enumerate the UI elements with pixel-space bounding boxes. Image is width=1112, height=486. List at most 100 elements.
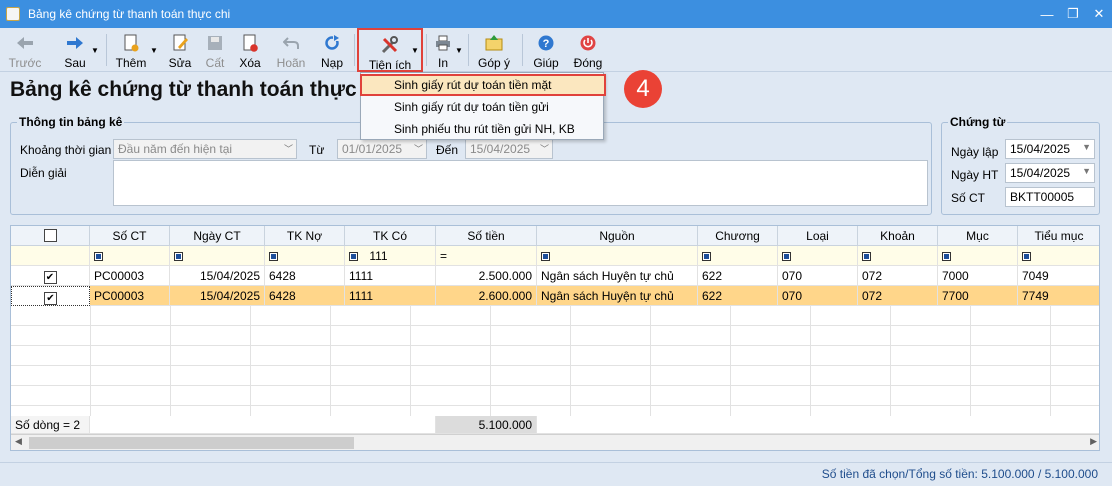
- column-header[interactable]: TK Nợ: [265, 226, 345, 246]
- cell-debit[interactable]: 6428: [265, 286, 345, 306]
- menu-item-receipt-voucher[interactable]: Sinh phiếu thu rút tiền gửi NH, KB: [361, 119, 605, 139]
- description-field[interactable]: [113, 160, 928, 206]
- cell-subsection[interactable]: 7049: [1018, 266, 1099, 286]
- cell-voucher-no[interactable]: PC00003: [90, 286, 170, 306]
- cell-type[interactable]: 070: [778, 266, 858, 286]
- close-button[interactable]: Đóng: [570, 28, 606, 72]
- filter-icon[interactable]: [942, 252, 951, 261]
- column-header[interactable]: Nguồn: [537, 226, 698, 246]
- print-button[interactable]: In: [432, 28, 454, 72]
- edit-button[interactable]: Sửa: [166, 28, 194, 72]
- scroll-left-icon[interactable]: ◀: [15, 436, 22, 447]
- delete-button[interactable]: Xóa: [236, 28, 264, 72]
- cell-date[interactable]: 15/04/2025: [170, 286, 265, 306]
- app-icon: [6, 7, 20, 21]
- table-row[interactable]: ✔ PC00003 15/04/2025 6428 1111 2.500.000…: [11, 266, 1099, 286]
- select-all-checkbox[interactable]: [43, 229, 57, 242]
- create-date-field[interactable]: 15/04/2025 ▼: [1005, 139, 1095, 159]
- from-date-field[interactable]: 01/01/2025 ﹀: [337, 139, 427, 159]
- cell-amount[interactable]: 2.600.000: [436, 286, 537, 306]
- scroll-right-icon[interactable]: ▶: [1090, 436, 1097, 447]
- filter-cell[interactable]: [537, 246, 698, 266]
- filter-icon[interactable]: [862, 252, 871, 261]
- cell-source[interactable]: Ngân sách Huyện tự chủ: [537, 266, 698, 286]
- filter-icon[interactable]: [1022, 252, 1031, 261]
- help-button[interactable]: ? Giúp: [530, 28, 562, 72]
- cell-credit[interactable]: 1111: [345, 286, 436, 306]
- filter-icon[interactable]: [782, 252, 791, 261]
- column-header[interactable]: Số tiền: [436, 226, 537, 246]
- horizontal-scrollbar[interactable]: ◀ ▶: [11, 434, 1099, 450]
- cell-chapter[interactable]: 622: [698, 286, 778, 306]
- column-header[interactable]: Ngày CT: [170, 226, 265, 246]
- column-header[interactable]: Số CT: [90, 226, 170, 246]
- cell-voucher-no[interactable]: PC00003: [90, 266, 170, 286]
- cell-section[interactable]: 7000: [938, 266, 1018, 286]
- add-dropdown-arrow[interactable]: ▼: [150, 28, 158, 72]
- cell-credit[interactable]: 1111: [345, 266, 436, 286]
- filter-cell[interactable]: [778, 246, 858, 266]
- filter-icon[interactable]: [94, 252, 103, 261]
- table-row-selected[interactable]: ✔ PC00003 15/04/2025 6428 1111 2.600.000…: [11, 286, 1099, 306]
- column-header[interactable]: Loại: [778, 226, 858, 246]
- column-header[interactable]: Mục: [938, 226, 1018, 246]
- filter-icon[interactable]: [174, 252, 183, 261]
- menu-item-cash-withdrawal[interactable]: Sinh giấy rút dự toán tiền mặt: [360, 74, 606, 96]
- filter-icon[interactable]: [349, 252, 358, 261]
- voucher-no-field[interactable]: BKTT00005: [1005, 187, 1095, 207]
- undo-button[interactable]: Hoãn: [274, 28, 308, 72]
- row-checkbox[interactable]: ✔: [43, 271, 57, 284]
- post-date-field[interactable]: 15/04/2025 ▼: [1005, 163, 1095, 183]
- filter-cell[interactable]: [698, 246, 778, 266]
- cell-item[interactable]: 072: [858, 266, 938, 286]
- filter-cell[interactable]: =: [436, 246, 537, 266]
- period-select[interactable]: Đầu năm đến hiện tại ﹀: [113, 139, 297, 159]
- row-checkbox[interactable]: ✔: [44, 292, 57, 305]
- cell-section[interactable]: 7700: [938, 286, 1018, 306]
- utilities-dropdown-arrow[interactable]: ▼: [411, 28, 419, 72]
- column-header[interactable]: Chương: [698, 226, 778, 246]
- minimize-button[interactable]: —: [1034, 0, 1060, 28]
- column-header[interactable]: Tiểu mục: [1018, 226, 1099, 246]
- column-header[interactable]: TK Có: [345, 226, 436, 246]
- next-dropdown-arrow[interactable]: ▼: [91, 28, 99, 72]
- cell-type[interactable]: 070: [778, 286, 858, 306]
- menu-item-deposit-withdrawal[interactable]: Sinh giấy rút dự toán tiền gửi: [361, 97, 605, 117]
- from-label: Từ: [309, 143, 325, 157]
- close-label: Đóng: [573, 56, 603, 70]
- add-button[interactable]: Thêm: [114, 28, 148, 72]
- maximize-button[interactable]: ❐: [1060, 0, 1086, 28]
- feedback-button[interactable]: Góp ý: [476, 28, 512, 72]
- filter-cell[interactable]: [858, 246, 938, 266]
- cell-date[interactable]: 15/04/2025: [170, 266, 265, 286]
- filter-icon[interactable]: [269, 252, 278, 261]
- filter-cell[interactable]: [90, 246, 170, 266]
- save-icon: [206, 34, 224, 52]
- cell-source[interactable]: Ngân sách Huyện tự chủ: [537, 286, 698, 306]
- print-dropdown-arrow[interactable]: ▼: [455, 28, 463, 72]
- filter-cell[interactable]: [170, 246, 265, 266]
- cell-item[interactable]: 072: [858, 286, 938, 306]
- filter-cell[interactable]: [938, 246, 1018, 266]
- to-date-field[interactable]: 15/04/2025 ﹀: [465, 139, 553, 159]
- filter-cell[interactable]: 111: [345, 246, 436, 266]
- prev-button[interactable]: Trước: [8, 28, 42, 72]
- create-date-label: Ngày lập: [951, 145, 999, 159]
- close-window-button[interactable]: ✕: [1086, 0, 1112, 28]
- filter-icon[interactable]: [541, 252, 550, 261]
- cell-chapter[interactable]: 622: [698, 266, 778, 286]
- scroll-thumb[interactable]: [29, 437, 354, 449]
- column-header-select[interactable]: [11, 226, 90, 246]
- column-header[interactable]: Khoản: [858, 226, 938, 246]
- filter-cell[interactable]: [1018, 246, 1099, 266]
- filter-cell[interactable]: [11, 246, 90, 266]
- cell-subsection[interactable]: 7749: [1018, 286, 1099, 306]
- create-date-value: 15/04/2025: [1010, 142, 1071, 156]
- filter-cell[interactable]: [265, 246, 345, 266]
- next-button[interactable]: Sau: [60, 28, 90, 72]
- reload-button[interactable]: Nạp: [318, 28, 346, 72]
- cell-amount[interactable]: 2.500.000: [436, 266, 537, 286]
- cell-debit[interactable]: 6428: [265, 266, 345, 286]
- save-button[interactable]: Cất: [202, 28, 228, 72]
- filter-icon[interactable]: [702, 252, 711, 261]
